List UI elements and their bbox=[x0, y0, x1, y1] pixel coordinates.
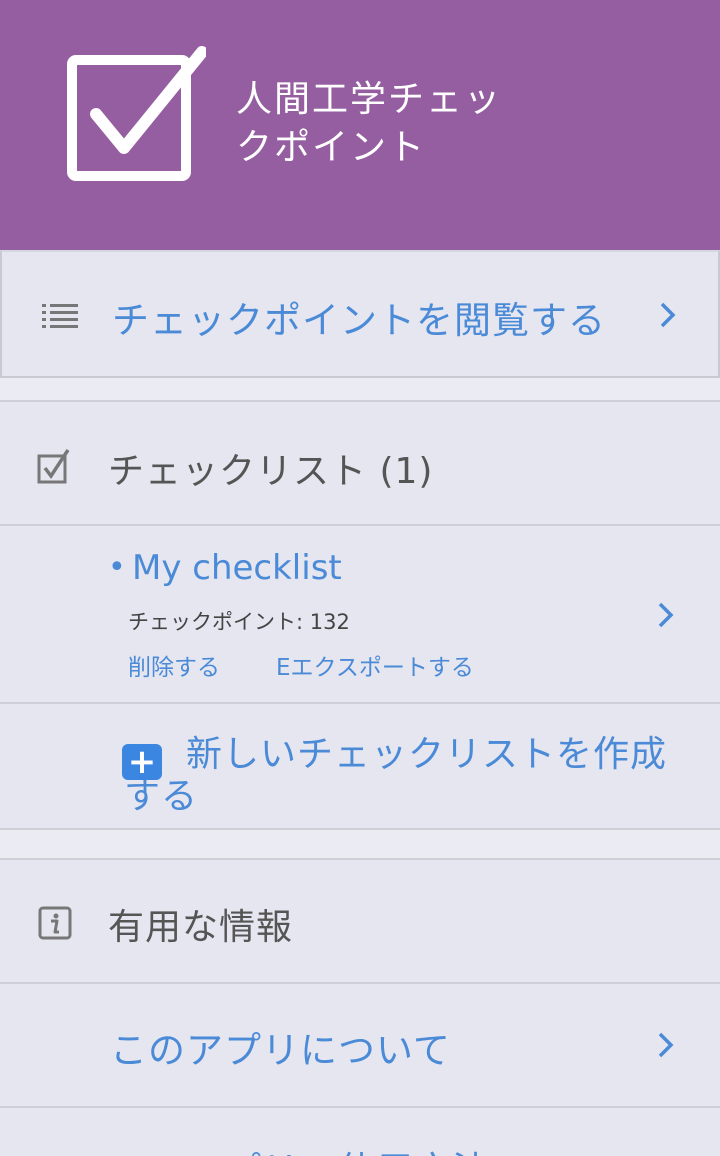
export-link[interactable]: Eエクスポートする bbox=[276, 648, 474, 682]
browse-checkpoints-button[interactable]: チェックポイントを閲覧する bbox=[0, 250, 720, 378]
chevron-right-icon bbox=[658, 602, 674, 628]
info-section-header: 有用な情報 bbox=[0, 860, 720, 984]
how-to-use-button[interactable]: このアプリの使用方法 bbox=[0, 1108, 720, 1156]
how-to-use-label: このアプリの使用方法 bbox=[110, 1140, 490, 1156]
checklist-count: チェックポイント: 132 bbox=[128, 610, 350, 634]
checkbox-icon bbox=[37, 449, 70, 484]
checklist-item[interactable]: • My checklist チェックポイント: 132 削除する Eエクスポー… bbox=[0, 526, 720, 704]
chevron-right-icon bbox=[660, 302, 676, 328]
checklists-label: チェックリスト (1) bbox=[108, 451, 434, 492]
delete-link[interactable]: 削除する bbox=[128, 648, 220, 682]
list-icon bbox=[42, 304, 78, 328]
info-label: 有用な情報 bbox=[108, 907, 294, 948]
chevron-right-icon bbox=[658, 1032, 674, 1058]
about-app-label: このアプリについて bbox=[110, 1029, 451, 1072]
section-divider bbox=[0, 378, 720, 402]
browse-label: チェックポイントを閲覧する bbox=[112, 299, 606, 342]
new-checklist-label: 新しいチェックリストを作成する bbox=[124, 734, 668, 817]
info-icon bbox=[38, 906, 72, 940]
app-header: 人間工学チェックポイント bbox=[0, 0, 720, 250]
section-divider bbox=[0, 830, 720, 860]
checkbox-logo-icon bbox=[67, 46, 206, 181]
bullet: • bbox=[108, 550, 126, 585]
checklists-section-header: チェックリスト (1) bbox=[0, 402, 720, 526]
app-title: 人間工学チェックポイント bbox=[236, 79, 503, 168]
about-app-button[interactable]: このアプリについて bbox=[0, 984, 720, 1108]
checklist-name[interactable]: My checklist bbox=[132, 548, 342, 588]
new-checklist-button[interactable]: + 新しいチェックリストを作成する bbox=[0, 704, 720, 830]
